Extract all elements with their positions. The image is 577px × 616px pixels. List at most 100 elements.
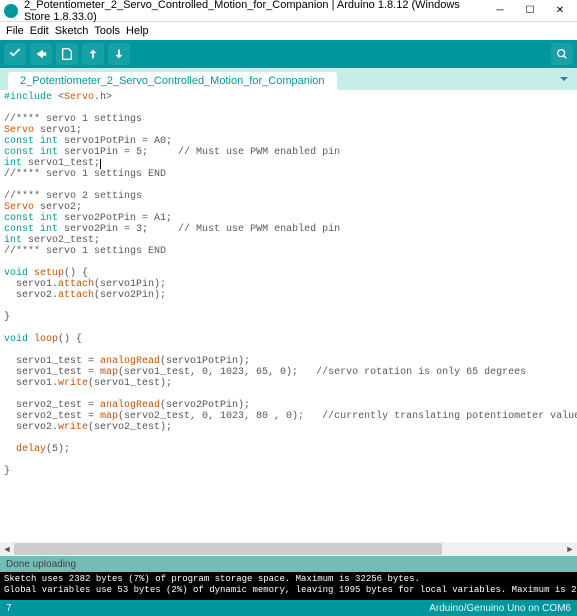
code-token: Servo	[4, 125, 34, 136]
text-cursor	[100, 159, 101, 169]
save-button[interactable]	[108, 43, 130, 65]
code-token: (servo2_test, 0, 1023, 80 , 0);	[118, 411, 304, 422]
code-token: }	[4, 312, 10, 323]
code-token: map	[100, 411, 118, 422]
code-token: (servo1PotPin);	[160, 356, 250, 367]
code-editor[interactable]: #include <Servo.h> //**** servo 1 settin…	[0, 90, 577, 542]
code-token: loop	[28, 334, 58, 345]
code-token: (servo2_test);	[88, 422, 172, 433]
menu-help[interactable]: Help	[124, 25, 151, 37]
code-token: map	[100, 367, 118, 378]
tabbar: 2_Potentiometer_2_Servo_Controlled_Motio…	[0, 68, 577, 90]
scroll-thumb[interactable]	[14, 543, 442, 555]
code-token: void	[4, 268, 28, 279]
code-token: servo2Pin = 3;	[58, 224, 148, 235]
code-token: <	[52, 92, 64, 103]
minimize-button[interactable]: ─	[485, 1, 515, 21]
open-button[interactable]	[82, 43, 104, 65]
code-token: servo1Pin = 5;	[58, 147, 148, 158]
code-comment: //**** servo 1 settings	[4, 114, 142, 125]
code-token: (servo1Pin);	[94, 279, 166, 290]
new-button[interactable]	[56, 43, 78, 65]
menu-sketch[interactable]: Sketch	[53, 25, 91, 37]
code-token: write	[58, 378, 88, 389]
code-comment: // Must use PWM enabled pin	[148, 224, 340, 235]
menu-tools[interactable]: Tools	[92, 25, 122, 37]
code-token: analogRead	[100, 356, 160, 367]
code-token: () {	[58, 334, 82, 345]
code-token: attach	[58, 279, 94, 290]
code-token: int	[34, 224, 58, 235]
console-output[interactable]: Sketch uses 2382 bytes (7%) of program s…	[0, 572, 577, 600]
code-token: const	[4, 136, 34, 147]
code-token: int	[34, 147, 58, 158]
code-token: (servo2PotPin);	[160, 400, 250, 411]
verify-button[interactable]	[4, 43, 26, 65]
code-comment: //servo rotation is only 65 degrees	[298, 367, 526, 378]
code-token: analogRead	[100, 400, 160, 411]
console-line: Sketch uses 2382 bytes (7%) of program s…	[4, 574, 420, 584]
code-token: servo2;	[34, 202, 82, 213]
footer-statusbar: 7 Arduino/Genuino Uno on COM6	[0, 600, 577, 616]
code-token: write	[58, 422, 88, 433]
code-token: servo1_test =	[4, 367, 100, 378]
code-token: const	[4, 224, 34, 235]
app-icon	[4, 4, 18, 18]
status-message: Done uploading	[0, 556, 577, 572]
code-token: (servo1_test, 0, 1023, 65, 0);	[118, 367, 298, 378]
code-comment: //**** servo 1 settings END	[4, 169, 166, 180]
maximize-button[interactable]: ☐	[515, 1, 545, 21]
tab-sketch[interactable]: 2_Potentiometer_2_Servo_Controlled_Motio…	[8, 72, 337, 90]
code-token: int	[34, 213, 58, 224]
code-token: () {	[64, 268, 88, 279]
code-token: .h>	[94, 92, 112, 103]
menubar: File Edit Sketch Tools Help	[0, 22, 577, 40]
code-comment: //**** servo 2 settings	[4, 191, 142, 202]
scroll-left-icon[interactable]: ◄	[0, 542, 14, 556]
tab-menu-button[interactable]	[557, 72, 571, 86]
menu-edit[interactable]: Edit	[28, 25, 51, 37]
code-comment: // Must use PWM enabled pin	[148, 147, 340, 158]
code-token: servo1.	[4, 378, 58, 389]
scroll-track[interactable]	[14, 542, 563, 556]
code-token: servo2_test =	[4, 411, 100, 422]
status-text: Done uploading	[6, 559, 76, 570]
toolbar	[0, 40, 577, 68]
code-token: servo1PotPin = A0;	[58, 136, 172, 147]
window-controls: ─ ☐ ✕	[485, 1, 575, 21]
code-token: int	[4, 235, 22, 246]
code-token: delay	[4, 444, 46, 455]
code-token: int	[34, 136, 58, 147]
serial-monitor-button[interactable]	[551, 43, 573, 65]
editor-area: #include <Servo.h> //**** servo 1 settin…	[0, 90, 577, 556]
code-token: servo2.	[4, 290, 58, 301]
code-token: servo2_test;	[22, 235, 100, 246]
code-token: servo1;	[34, 125, 82, 136]
code-comment: //**** servo 1 settings END	[4, 246, 166, 257]
code-token: int	[4, 158, 22, 169]
code-token: Servo	[4, 202, 34, 213]
titlebar: 2_Potentiometer_2_Servo_Controlled_Motio…	[0, 0, 577, 22]
code-token: (servo2Pin);	[94, 290, 166, 301]
code-token: servo1.	[4, 279, 58, 290]
horizontal-scrollbar[interactable]: ◄ ►	[0, 542, 577, 556]
code-token: setup	[28, 268, 64, 279]
scroll-right-icon[interactable]: ►	[563, 542, 577, 556]
code-token: servo2PotPin = A1;	[58, 213, 172, 224]
window-title: 2_Potentiometer_2_Servo_Controlled_Motio…	[24, 0, 485, 23]
console-line: Global variables use 53 bytes (2%) of dy…	[4, 585, 577, 595]
code-token: servo2.	[4, 422, 58, 433]
menu-file[interactable]: File	[4, 25, 26, 37]
code-token: }	[4, 466, 10, 477]
board-port-label: Arduino/Genuino Uno on COM6	[429, 603, 571, 614]
upload-button[interactable]	[30, 43, 52, 65]
code-token: servo1_test =	[4, 356, 100, 367]
code-token: servo1_test;	[22, 158, 100, 169]
code-token: (5);	[46, 444, 70, 455]
code-token: (servo1_test);	[88, 378, 172, 389]
line-number: 7	[6, 603, 12, 614]
close-button[interactable]: ✕	[545, 1, 575, 21]
code-token: const	[4, 213, 34, 224]
code-token: servo2_test =	[4, 400, 100, 411]
code-token: void	[4, 334, 28, 345]
